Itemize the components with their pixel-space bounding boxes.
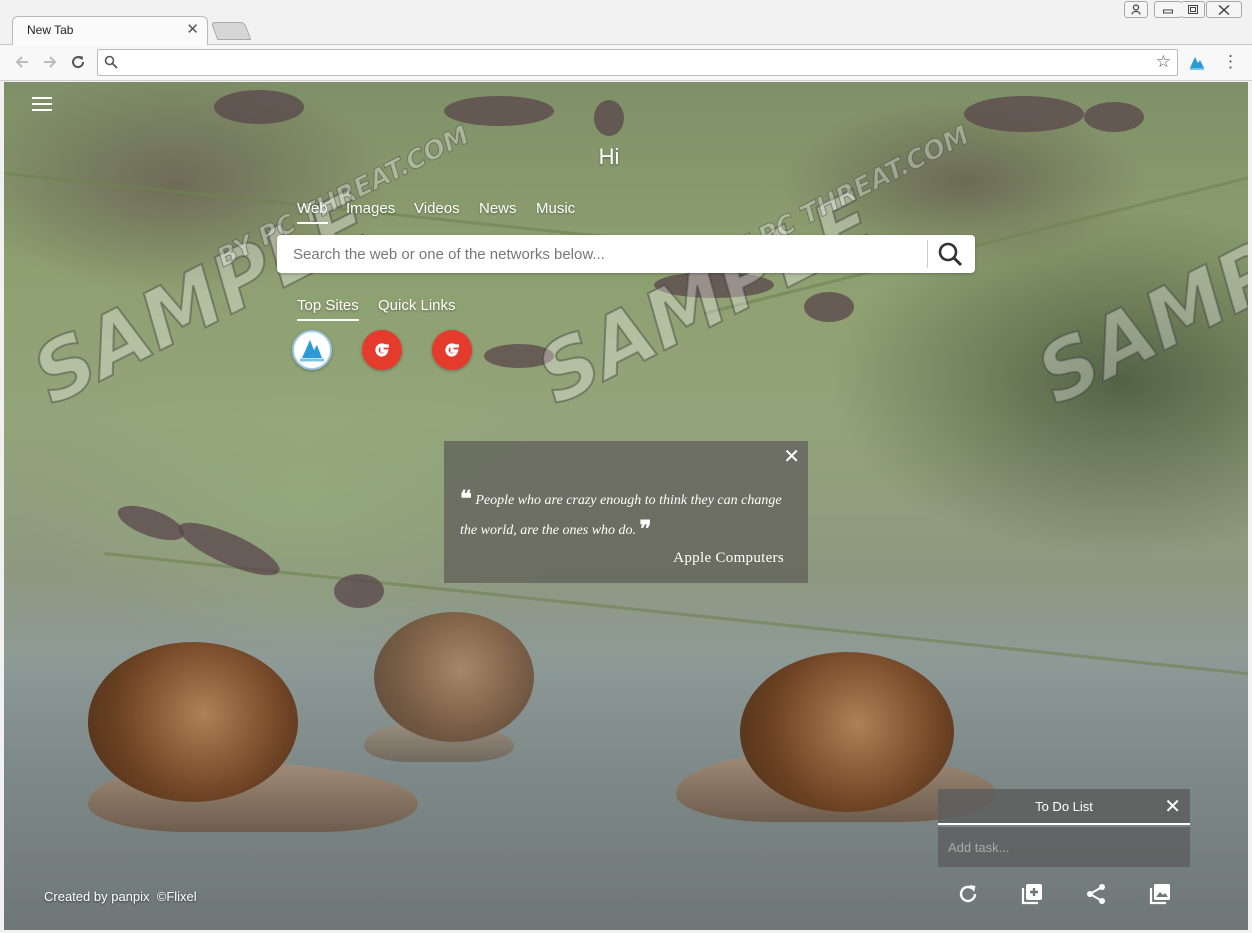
browser-toolbar: ☆ ⋮: [0, 45, 1252, 81]
search-box: [277, 235, 975, 273]
tab-title: New Tab: [27, 23, 74, 37]
search-icon: [104, 55, 118, 69]
background-credit: Created by panpix ©Flixel: [44, 889, 197, 904]
search-icon: [938, 242, 963, 267]
back-arrow-icon: [15, 56, 28, 68]
top-site-tile[interactable]: [432, 330, 472, 370]
bg-lavender: [654, 272, 774, 298]
search-divider: [927, 240, 928, 268]
tab-music[interactable]: Music: [536, 200, 575, 222]
address-bar[interactable]: ☆: [97, 49, 1178, 76]
refresh-icon: [959, 885, 977, 903]
bg-lavender: [172, 512, 286, 586]
close-quote-icon: ❞: [639, 516, 652, 541]
tab-news[interactable]: News: [479, 200, 517, 222]
address-input[interactable]: [124, 53, 1124, 72]
tab-top-sites[interactable]: Top Sites: [297, 297, 359, 321]
quote-close-icon[interactable]: ✕: [783, 447, 800, 467]
bg-lavender: [484, 344, 554, 368]
top-site-tile[interactable]: [292, 330, 332, 370]
bg-lavender: [964, 96, 1084, 132]
add-task-input[interactable]: [948, 838, 1178, 856]
search-input[interactable]: [293, 244, 913, 264]
share-button[interactable]: [1084, 882, 1108, 906]
minimize-icon: [1163, 9, 1173, 14]
todo-body: [938, 827, 1190, 867]
bg-lavender: [214, 90, 304, 124]
bg-lavender: [1084, 102, 1144, 132]
browser-tab[interactable]: New Tab ✕: [12, 16, 208, 45]
browser-menu-icon[interactable]: ⋮: [1222, 51, 1239, 73]
menu-icon[interactable]: [32, 97, 52, 113]
close-icon: [1218, 4, 1230, 16]
refresh-background-button[interactable]: [956, 882, 980, 906]
gallery-icon: [1149, 884, 1170, 905]
share-icon: [1087, 884, 1105, 904]
bg-lavender: [444, 96, 554, 126]
todo-widget: To Do List ✕: [938, 789, 1190, 867]
tab-quick-links[interactable]: Quick Links: [378, 297, 456, 319]
add-note-button[interactable]: [1020, 882, 1044, 906]
tab-close-icon[interactable]: ✕: [186, 21, 199, 39]
quote-text-wrapper: ❝ People who are crazy enough to think t…: [460, 485, 790, 545]
profile-button[interactable]: [1124, 1, 1148, 18]
user-icon: [1131, 4, 1141, 15]
blue-extension-icon: [300, 340, 324, 362]
quote-widget: ✕ ❝ People who are crazy enough to think…: [444, 441, 808, 583]
gallery-button[interactable]: [1148, 882, 1172, 906]
restore-button[interactable]: [1181, 1, 1205, 18]
forward-button[interactable]: [38, 50, 62, 74]
todo-header: To Do List ✕: [938, 789, 1190, 825]
watermark-text: SAMPLE: [1022, 174, 1248, 424]
todo-title: To Do List: [1035, 799, 1093, 814]
reload-icon: [72, 56, 85, 69]
close-window-button[interactable]: [1206, 1, 1242, 18]
bg-lavender: [594, 100, 624, 136]
top-site-tile[interactable]: [362, 330, 402, 370]
forward-arrow-icon: [44, 56, 57, 68]
bg-snail: [364, 612, 544, 772]
quote-author: Apple Computers: [673, 550, 784, 566]
reload-button[interactable]: [66, 50, 90, 74]
bg-lavender: [804, 292, 854, 322]
new-tab-page: SAMPLE BY PC THREAT.COM SAMPLE BY PC THR…: [4, 82, 1248, 930]
browser-titlebar: New Tab ✕: [0, 0, 1252, 45]
bookmark-star-icon[interactable]: ☆: [1156, 52, 1171, 72]
open-quote-icon: ❝: [460, 486, 472, 511]
new-tab-button[interactable]: [210, 22, 252, 40]
credit-prefix: Created by: [44, 889, 108, 904]
restore-icon: [1187, 5, 1198, 14]
credit-source-link[interactable]: ©Flixel: [157, 889, 197, 904]
tab-images[interactable]: Images: [346, 200, 395, 222]
tab-web[interactable]: Web: [297, 200, 328, 224]
bg-lavender: [113, 498, 189, 548]
add-note-icon: [1021, 884, 1042, 905]
tab-videos[interactable]: Videos: [414, 200, 460, 222]
minimize-button[interactable]: [1154, 1, 1182, 18]
back-button[interactable]: [10, 50, 34, 74]
search-button[interactable]: [937, 241, 967, 267]
google-icon: [375, 343, 389, 357]
greeting-text: Hi: [598, 144, 620, 169]
bg-lavender: [334, 574, 384, 608]
credit-author-link[interactable]: panpix: [111, 889, 149, 904]
quote-text: People who are crazy enough to think the…: [460, 493, 782, 538]
extension-icon[interactable]: [1188, 53, 1206, 71]
google-icon: [445, 343, 459, 357]
todo-close-icon[interactable]: ✕: [1164, 797, 1181, 817]
